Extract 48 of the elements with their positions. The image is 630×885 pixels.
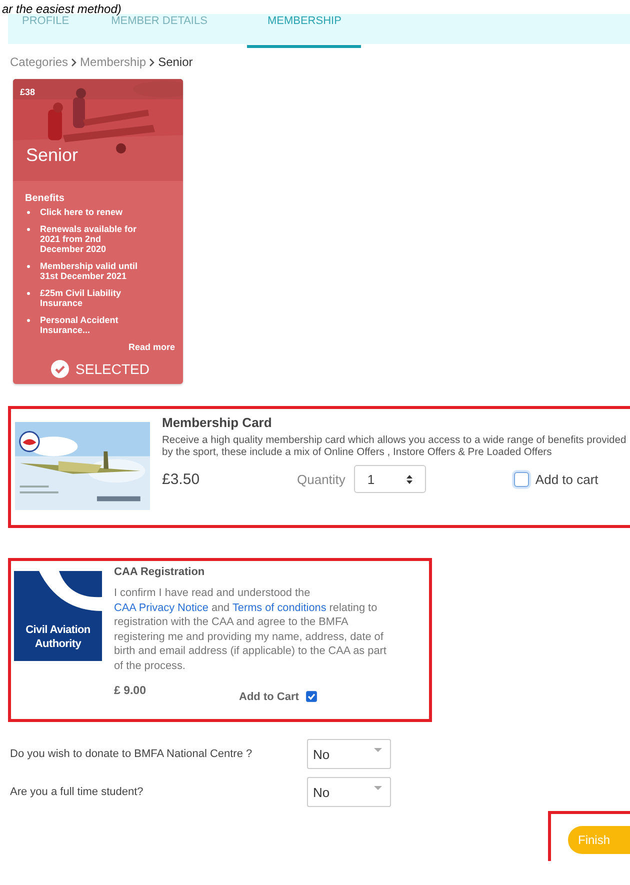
add-to-cart-checkbox[interactable] (306, 691, 317, 702)
status-text: SELECTED (76, 361, 150, 377)
bullet-icon (27, 228, 30, 231)
add-to-cart-label: Add to Cart (239, 690, 299, 703)
bullet-icon (27, 265, 30, 268)
benefit-text: £25m Civil Liability Insurance (40, 288, 122, 308)
finish-button[interactable]: Finish (568, 826, 630, 854)
tab[interactable]: PROFILE (8, 14, 98, 45)
product-description: Receive a high quality membership card which allows you access to a wide range of benefits provided by the sport, these include a mix of Online Offers , Instore Offers & Pre Loaded Offers (162, 435, 627, 459)
add-to-cart-label: Add to cart (535, 472, 598, 486)
answer-dropdown[interactable]: No (307, 739, 391, 769)
benefit-text: Personal Accident Insurance... (40, 315, 120, 335)
breadcrumb-link[interactable]: Membership (80, 55, 146, 69)
question-label: Are you a full time student? (10, 786, 144, 798)
sort-icon (406, 474, 414, 484)
terms-link[interactable]: Terms of conditions (232, 602, 326, 614)
benefit-text: Click here to renew (40, 207, 124, 217)
caret-icon (374, 748, 382, 752)
benefits-heading: Benefits (25, 193, 66, 204)
membership-category-card[interactable] (13, 79, 183, 384)
product-title: CAA Registration (114, 566, 206, 578)
chevron-icon (71, 58, 78, 66)
privacy-notice-link[interactable]: CAA Privacy Notice (114, 602, 208, 614)
benefit-text: Membership valid until 31st December 2021 (40, 261, 139, 281)
tab[interactable]: MEMBER DETAILS (97, 14, 248, 45)
quantity-label: Quantity (297, 472, 346, 486)
breadcrumb-link[interactable]: Categories (10, 55, 68, 69)
benefit-text: Renewals available for 2021 from 2nd December 2020 (40, 224, 138, 254)
bullet-icon (27, 319, 30, 322)
answer-dropdown[interactable]: No (307, 777, 391, 807)
caret-icon (374, 786, 382, 790)
product-title: Membership Card (162, 415, 273, 430)
bullet-icon (27, 292, 30, 295)
price-text: £38 (20, 87, 36, 97)
read-more-link[interactable]: Read more (128, 342, 175, 352)
check-circle-icon (50, 360, 69, 378)
add-to-cart-checkbox[interactable] (514, 472, 530, 486)
chevron-icon (149, 58, 156, 66)
tab[interactable]: MEMBERSHIP (247, 14, 362, 48)
consent-text: I confirm I have read and understood the CAA Privacy Notice and Terms of conditions relating to registration with the CAA and agree to the BMFA registering me and providing my name, address, date of birth and email address (if applicable) to the CAA as part of the process. (114, 586, 388, 674)
price-text: £3.50 (162, 470, 201, 488)
caption-text: ar the easiest method) (1, 2, 122, 16)
quantity-select[interactable]: 1 (354, 465, 426, 493)
card-title: Senior (26, 145, 78, 166)
price-text: £ 9.00 (114, 684, 147, 697)
question-label: Do you wish to donate to BMFA National Centre ? (10, 748, 254, 760)
bullet-icon (27, 211, 30, 214)
caa-logo: Civil Aviation Authority (14, 571, 102, 661)
